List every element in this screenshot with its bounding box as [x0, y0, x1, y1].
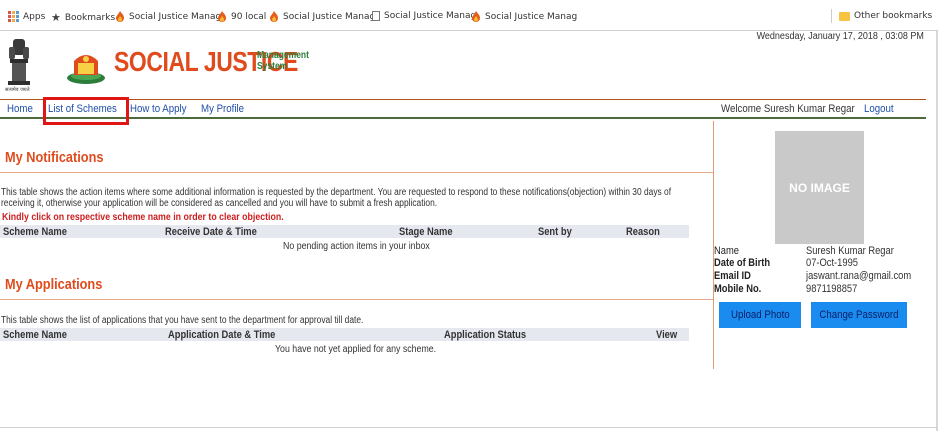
- folder-icon: [839, 11, 850, 21]
- applications-title: My Applications: [5, 276, 103, 293]
- logo-subtitle: Management System: [257, 50, 309, 72]
- bookmark-label: 90 local: [231, 11, 267, 22]
- bookmark-item[interactable]: Social Justice Manag: [471, 11, 577, 22]
- other-bookmarks[interactable]: Other bookmarks: [839, 11, 932, 21]
- bookmark-label: Social Justice Manag: [384, 11, 477, 21]
- emblem-caption: सत्यमेव जयते: [5, 87, 30, 93]
- dob-label: Date of Birth: [714, 257, 771, 269]
- bookmark-label: Social Justice Manag: [485, 11, 578, 22]
- column-header: Reason: [626, 226, 660, 238]
- other-bookmarks-label: Other bookmarks: [854, 11, 933, 21]
- column-header: Receive Date & Time: [165, 226, 257, 238]
- no-image-label: NO IMAGE: [789, 180, 850, 195]
- bookmark-item[interactable]: 90 local: [217, 11, 266, 22]
- mobile-value: 9871198857: [806, 283, 858, 295]
- star-icon: ★: [51, 11, 61, 24]
- nav-my-profile[interactable]: My Profile: [201, 103, 244, 115]
- applications-rule: [0, 299, 713, 300]
- column-header: Scheme Name: [3, 329, 67, 341]
- logo-subtitle-line: Management: [257, 50, 309, 61]
- change-password-label: Change Password: [819, 309, 899, 321]
- notifications-description: This table shows the action items where …: [1, 187, 672, 209]
- profile-photo-placeholder: NO IMAGE: [775, 131, 864, 244]
- nav-home[interactable]: Home: [7, 103, 33, 115]
- flame-icon: [116, 11, 124, 22]
- notifications-empty-message: No pending action items in your inbox: [283, 241, 430, 252]
- flame-icon: [218, 11, 226, 22]
- notifications-rule: [0, 172, 713, 173]
- bookmark-label: Social Justice Manag: [283, 11, 376, 22]
- logo-badge-icon: [67, 55, 105, 84]
- page-icon: [372, 11, 380, 21]
- main-nav: Home List of Schemes How to Apply My Pro…: [0, 99, 926, 119]
- applications-description: This table shows the list of application…: [1, 315, 364, 326]
- applications-table-header: Scheme Name Application Date & Time Appl…: [0, 328, 689, 341]
- nav-how-to-apply[interactable]: How to Apply: [130, 103, 186, 115]
- column-header: Sent by: [538, 226, 572, 238]
- bookmarks-bar: Apps ★ Bookmarks Social Justice Manag 90…: [0, 0, 938, 31]
- welcome-text: Welcome Suresh Kumar Regar: [721, 103, 855, 115]
- nav-logout[interactable]: Logout: [864, 103, 894, 115]
- current-date: Wednesday, January 17, 2018 , 03:08 PM: [756, 31, 924, 42]
- column-header: Application Date & Time: [168, 329, 276, 341]
- apps-grid-icon: [8, 11, 19, 22]
- notifications-title: My Notifications: [5, 149, 104, 166]
- notifications-table-header: Scheme Name Receive Date & Time Stage Na…: [0, 225, 689, 238]
- objection-note: Kindly click on respective scheme name i…: [2, 212, 284, 223]
- email-label: Email ID: [714, 270, 751, 282]
- window-bottom-edge: [0, 427, 938, 428]
- bookmarks-separator: [831, 9, 832, 23]
- apps-label: Apps: [23, 11, 46, 22]
- mobile-label: Mobile No.: [714, 283, 762, 295]
- bookmarks-label: Bookmarks: [64, 12, 116, 23]
- column-header: Application Status: [444, 329, 527, 341]
- bookmark-item[interactable]: Social Justice Manag: [115, 11, 221, 22]
- apps-shortcut[interactable]: Apps: [8, 11, 45, 22]
- national-emblem-icon: [8, 39, 30, 85]
- column-header: Stage Name: [399, 226, 453, 238]
- logo-subtitle-line: System: [257, 61, 288, 72]
- flame-icon: [472, 11, 480, 22]
- column-header: View: [656, 329, 678, 341]
- upload-photo-button[interactable]: Upload Photo: [719, 302, 801, 328]
- change-password-button[interactable]: Change Password: [811, 302, 907, 328]
- upload-photo-label: Upload Photo: [730, 309, 790, 321]
- email-value: jaswant.rana@gmail.com: [806, 270, 912, 282]
- highlight-box: [43, 97, 129, 125]
- bookmark-item[interactable]: Social Justice Manag: [269, 11, 375, 22]
- bookmarks-shortcut[interactable]: ★ Bookmarks: [51, 11, 115, 24]
- name-label: Name: [714, 245, 739, 257]
- flame-icon: [270, 11, 278, 22]
- bookmark-item[interactable]: Social Justice Manag: [372, 11, 476, 21]
- dob-value: 07-Oct-1995: [806, 257, 858, 269]
- bookmark-label: Social Justice Manag: [129, 11, 222, 22]
- column-header: Scheme Name: [3, 226, 67, 238]
- applications-empty-message: You have not yet applied for any scheme.: [275, 344, 437, 355]
- name-value: Suresh Kumar Regar: [806, 245, 894, 257]
